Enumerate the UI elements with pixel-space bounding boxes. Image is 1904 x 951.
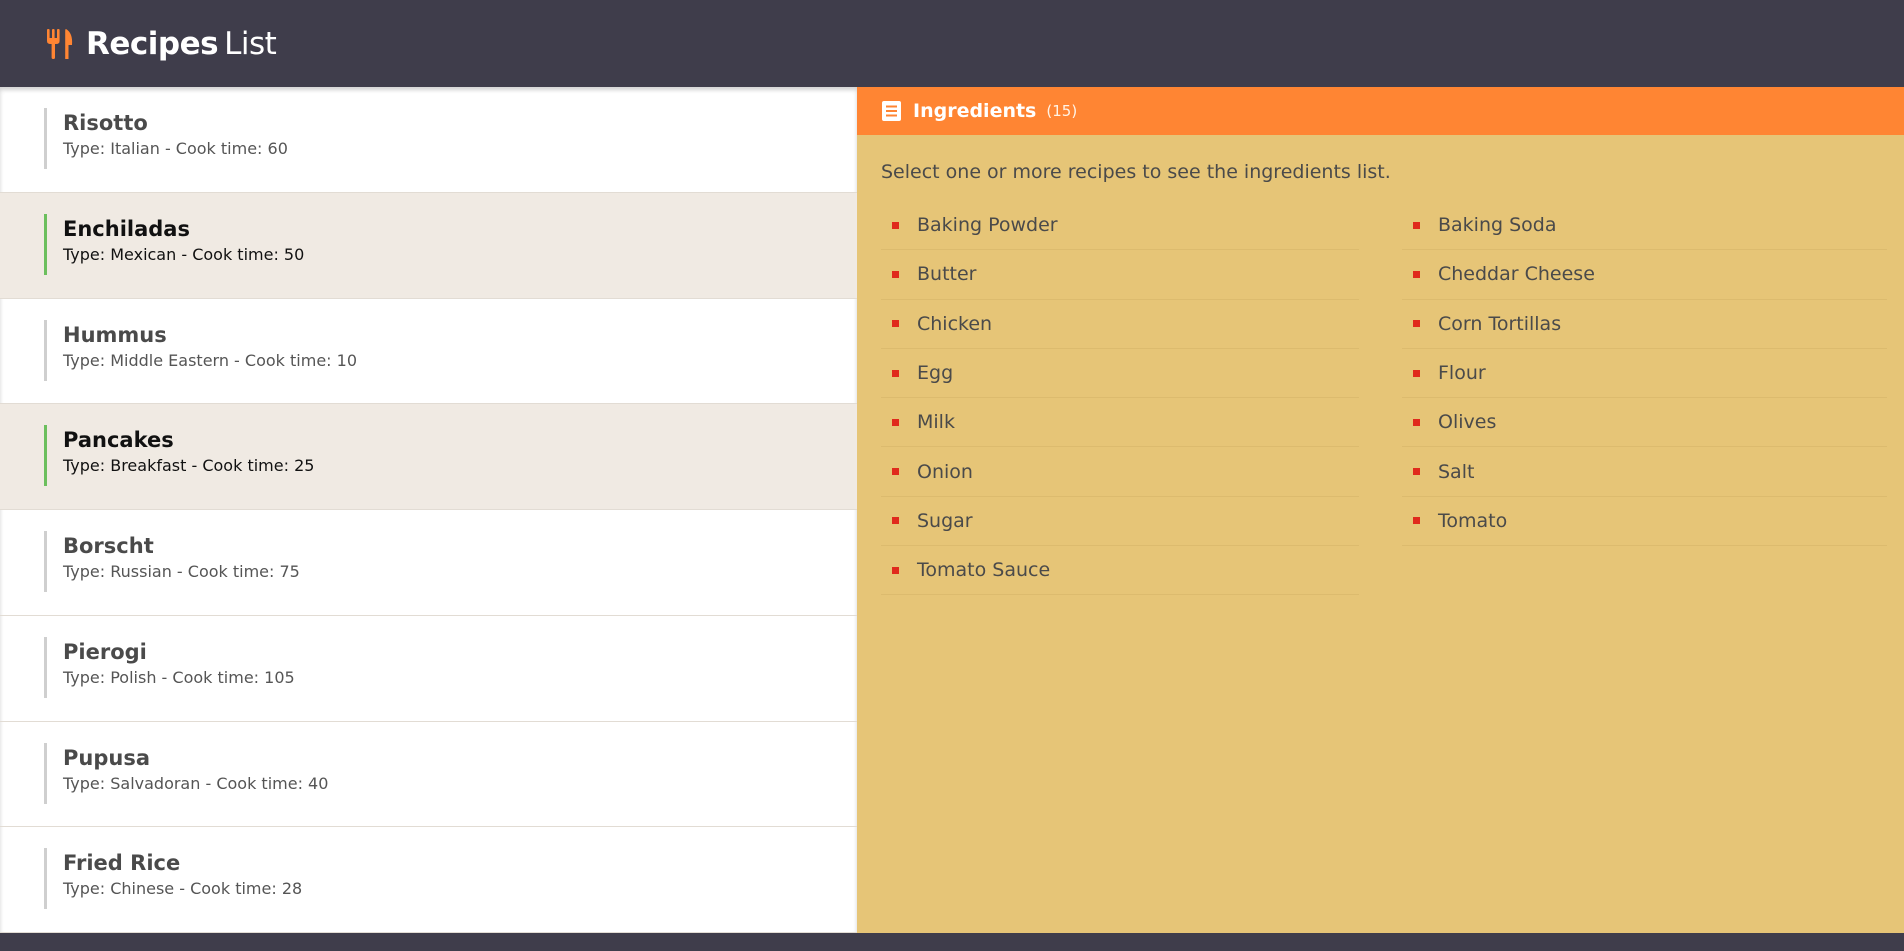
- ingredient-item: Olives: [1402, 398, 1887, 448]
- recipe-item-risotto[interactable]: Risotto Type: Italian - Cook time: 60: [0, 87, 857, 193]
- bullet-icon: [892, 369, 899, 377]
- bullet-icon: [1413, 270, 1420, 278]
- bullet-icon: [892, 517, 899, 525]
- bullet-icon: [892, 270, 899, 278]
- bullet-icon: [892, 566, 899, 574]
- recipe-meta: Type: Middle Eastern - Cook time: 10: [63, 350, 357, 370]
- ingredient-item: Corn Tortillas: [1402, 300, 1887, 349]
- bullet-icon: [1413, 320, 1420, 328]
- ingredient-item: Baking Powder: [881, 201, 1359, 251]
- bullet-icon: [892, 468, 899, 476]
- recipe-meta: Type: Polish - Cook time: 105: [63, 667, 295, 687]
- bullet-icon: [1413, 369, 1420, 377]
- recipe-item-fried-rice[interactable]: Fried Rice Type: Chinese - Cook time: 28: [0, 827, 857, 933]
- bullet-icon: [892, 320, 899, 328]
- app-header: Recipes List: [0, 0, 1904, 87]
- ingredient-item: Milk: [881, 398, 1359, 448]
- recipe-name: Pierogi: [63, 639, 147, 664]
- app-title: Recipes List: [86, 25, 277, 62]
- document-list-icon: [882, 101, 901, 121]
- ingredients-columns: Baking Powder Butter Chicken Egg Milk On…: [881, 201, 1904, 596]
- recipe-item-pupusa[interactable]: Pupusa Type: Salvadoran - Cook time: 40: [0, 722, 857, 828]
- ingredient-item: Butter: [881, 250, 1359, 300]
- recipe-meta: Type: Salvadoran - Cook time: 40: [63, 773, 329, 793]
- recipe-name: Enchiladas: [63, 216, 190, 241]
- bullet-icon: [1413, 221, 1420, 229]
- bullet-icon: [1413, 517, 1420, 525]
- ingredient-item: Flour: [1402, 349, 1887, 399]
- ingredients-count: (15): [1046, 102, 1078, 120]
- fork-knife-icon: [47, 28, 73, 59]
- ingredients-hint: Select one or more recipes to see the in…: [881, 161, 1391, 183]
- bullet-icon: [1413, 468, 1420, 476]
- ingredients-panel: Ingredients (15) Select one or more reci…: [857, 87, 1904, 933]
- ingredients-header: Ingredients (15): [857, 87, 1904, 135]
- recipe-name: Hummus: [63, 322, 167, 347]
- recipe-item-hummus[interactable]: Hummus Type: Middle Eastern - Cook time: …: [0, 299, 857, 405]
- recipe-name: Pancakes: [63, 428, 174, 453]
- recipe-meta: Type: Chinese - Cook time: 28: [63, 879, 303, 899]
- recipe-item-borscht[interactable]: Borscht Type: Russian - Cook time: 75: [0, 510, 857, 616]
- recipe-list: Risotto Type: Italian - Cook time: 60 Enc…: [0, 87, 857, 933]
- ingredients-column-left: Baking Powder Butter Chicken Egg Milk On…: [881, 201, 1359, 596]
- ingredient-item: Baking Soda: [1402, 201, 1887, 251]
- recipe-meta: Type: Mexican - Cook time: 50: [63, 244, 305, 264]
- recipe-meta: Type: Italian - Cook time: 60: [63, 139, 288, 158]
- ingredient-item: Tomato: [1402, 497, 1887, 547]
- recipe-name: Borscht: [63, 534, 154, 558]
- ingredient-item: Salt: [1402, 447, 1887, 497]
- recipe-meta: Type: Russian - Cook time: 75: [63, 562, 300, 581]
- recipe-item-pierogi[interactable]: Pierogi Type: Polish - Cook time: 105: [0, 616, 857, 722]
- ingredient-item: Cheddar Cheese: [1402, 250, 1887, 300]
- recipe-item-pancakes[interactable]: Pancakes Type: Breakfast - Cook time: 25: [0, 404, 857, 510]
- recipe-name: Pupusa: [63, 745, 150, 770]
- ingredients-title: Ingredients: [913, 100, 1037, 122]
- bullet-icon: [1413, 418, 1420, 426]
- ingredient-item: Egg: [881, 349, 1359, 399]
- ingredient-item: Tomato Sauce: [881, 546, 1359, 596]
- recipe-item-enchiladas[interactable]: Enchiladas Type: Mexican - Cook time: 50: [0, 192, 857, 299]
- ingredients-column-right: Baking Soda Cheddar Cheese Corn Tortilla…: [1402, 201, 1887, 595]
- bullet-icon: [892, 418, 899, 426]
- recipe-meta: Type: Breakfast - Cook time: 25: [63, 456, 315, 476]
- bullet-icon: [892, 221, 899, 229]
- recipe-name: Risotto: [63, 111, 148, 135]
- ingredient-item: Sugar: [881, 497, 1359, 547]
- ingredient-item: Onion: [881, 447, 1359, 497]
- app-footer: [0, 933, 1904, 951]
- ingredient-item: Chicken: [881, 300, 1359, 349]
- recipe-name: Fried Rice: [63, 851, 181, 876]
